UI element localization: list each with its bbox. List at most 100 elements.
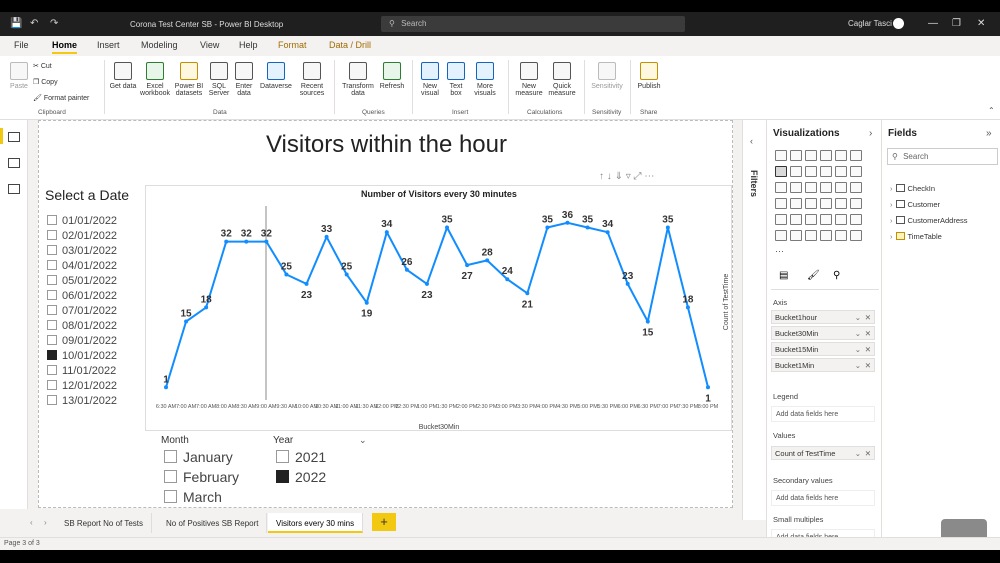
search-box[interactable]: ⚲ Search [381,16,685,32]
chevron-down-icon[interactable]: ⌄ [359,435,367,446]
data-point[interactable] [525,291,530,296]
excel-workbook-button[interactable]: Excel workbook [138,62,172,97]
line-chart-visual-icon[interactable] [775,166,787,177]
checkbox[interactable] [276,450,289,463]
checkbox[interactable] [47,350,57,360]
checkbox[interactable] [47,335,57,345]
publish-button[interactable]: Publish [634,62,664,90]
checkbox[interactable] [47,245,57,255]
fields-well-icon[interactable]: ▤ [779,270,788,281]
remove-field-icon[interactable]: ✕ [865,345,871,354]
filter-icon[interactable]: ▿ [626,171,631,182]
values-field-pill[interactable]: Count of TestTime ⌄ ✕ [771,446,875,460]
data-point[interactable] [424,281,429,286]
data-point[interactable] [665,225,670,230]
data-point[interactable] [304,281,309,286]
data-point[interactable] [706,385,710,390]
power-apps-visual-icon[interactable] [850,230,862,241]
month-slicer-item[interactable]: January [164,449,233,465]
chevron-down-icon[interactable]: ⌄ [855,345,861,354]
data-point[interactable] [364,300,369,305]
report-canvas[interactable]: Visitors within the hour Select a Date 0… [38,120,733,508]
date-slicer-item[interactable]: 01/01/2022 [47,215,137,229]
dataverse-button[interactable]: Dataverse [256,62,296,90]
sensitivity-button[interactable]: Sensitivity [588,62,626,90]
redo-icon[interactable]: ↷ [50,18,58,29]
date-slicer-item[interactable]: 06/01/2022 [47,290,137,304]
drill-up-icon[interactable]: ↑ [599,171,604,182]
axis-field-pill[interactable]: Bucket1Min ⌄ ✕ [771,358,875,372]
data-point[interactable] [184,319,189,324]
get-data-button[interactable]: Get data [108,62,138,90]
paginated-visual-icon[interactable] [835,230,847,241]
table-visual-icon[interactable] [805,214,817,225]
menu-home[interactable]: Home [52,40,78,54]
secondary-values-drop-zone[interactable]: Add data fields here [771,490,875,506]
data-point[interactable] [284,272,289,277]
shape-map-visual-icon[interactable] [805,198,817,209]
data-point[interactable] [565,220,570,225]
filled-map-visual-icon[interactable] [790,198,802,209]
donut-visual-icon[interactable] [835,182,847,193]
menu-format[interactable]: Format [278,40,307,50]
chevron-right-icon[interactable]: › [890,200,893,209]
chevron-right-icon[interactable]: › [890,232,893,241]
checkbox[interactable] [47,320,57,330]
refresh-button[interactable]: Refresh [376,62,408,90]
ribbon-visual-icon[interactable] [850,166,862,177]
line-clustered-visual-icon[interactable] [835,166,847,177]
remove-field-icon[interactable]: ✕ [865,313,871,322]
checkbox[interactable] [47,380,57,390]
data-point[interactable] [204,305,209,310]
data-view-icon[interactable] [8,158,20,168]
data-point[interactable] [224,239,229,244]
data-point[interactable] [384,230,389,235]
checkbox[interactable] [47,260,57,270]
menu-help[interactable]: Help [239,40,258,50]
stacked-area-visual-icon[interactable] [805,166,817,177]
drill-down-icon[interactable]: ↓ [607,171,612,182]
treemap-visual-icon[interactable] [850,182,862,193]
map-visual-icon[interactable] [775,198,787,209]
checkbox[interactable] [164,490,177,503]
series-line[interactable] [165,221,709,388]
chevron-right-icon[interactable]: › [869,128,872,139]
data-point[interactable] [465,263,470,268]
chevron-down-icon[interactable]: ⌄ [855,313,861,322]
field-table-item[interactable]: › TimeTable [890,232,942,241]
fields-search-input[interactable]: ⚲ Search [887,148,998,165]
menu-view[interactable]: View [200,40,219,50]
more-visuals-button[interactable]: More visuals [468,62,502,97]
decomposition-visual-icon[interactable] [790,230,802,241]
axis-field-pill[interactable]: Bucket1hour ⌄ ✕ [771,310,875,324]
enter-data-button[interactable]: Enter data [232,62,256,97]
data-point[interactable] [545,225,550,230]
narrative-visual-icon[interactable] [820,230,832,241]
data-point[interactable] [625,281,630,286]
analytics-icon[interactable]: ⚲ [833,270,840,281]
month-slicer-item[interactable]: March [164,489,222,505]
line-column-visual-icon[interactable] [820,166,832,177]
date-slicer-item[interactable]: 03/01/2022 [47,245,137,259]
stacked-bar-visual-icon[interactable] [775,150,787,161]
tab-visitors-every-30-mins[interactable]: Visitors every 30 mins [268,513,364,533]
field-table-item[interactable]: › Customer [890,200,940,209]
restore-icon[interactable]: ❐ [952,18,961,29]
data-point[interactable] [645,319,650,324]
cut-button[interactable]: ✂ Cut [33,62,52,70]
date-slicer-item[interactable]: 11/01/2022 [47,365,137,379]
date-slicer-item[interactable]: 05/01/2022 [47,275,137,289]
axis-field-pill[interactable]: Bucket30Min ⌄ ✕ [771,326,875,340]
transform-data-button[interactable]: Transform data [340,62,376,97]
date-slicer-item[interactable]: 07/01/2022 [47,305,137,319]
data-point[interactable] [485,258,490,263]
gauge-visual-icon[interactable] [820,198,832,209]
data-point[interactable] [264,239,269,244]
key-influencers-visual-icon[interactable] [775,230,787,241]
chevron-down-icon[interactable]: ⌄ [855,449,861,458]
chevron-down-icon[interactable]: ⌄ [855,329,861,338]
checkbox[interactable] [47,230,57,240]
avatar[interactable] [893,18,904,29]
date-slicer-item[interactable]: 04/01/2022 [47,260,137,274]
more-visuals-icon[interactable]: ⋯ [775,246,784,257]
